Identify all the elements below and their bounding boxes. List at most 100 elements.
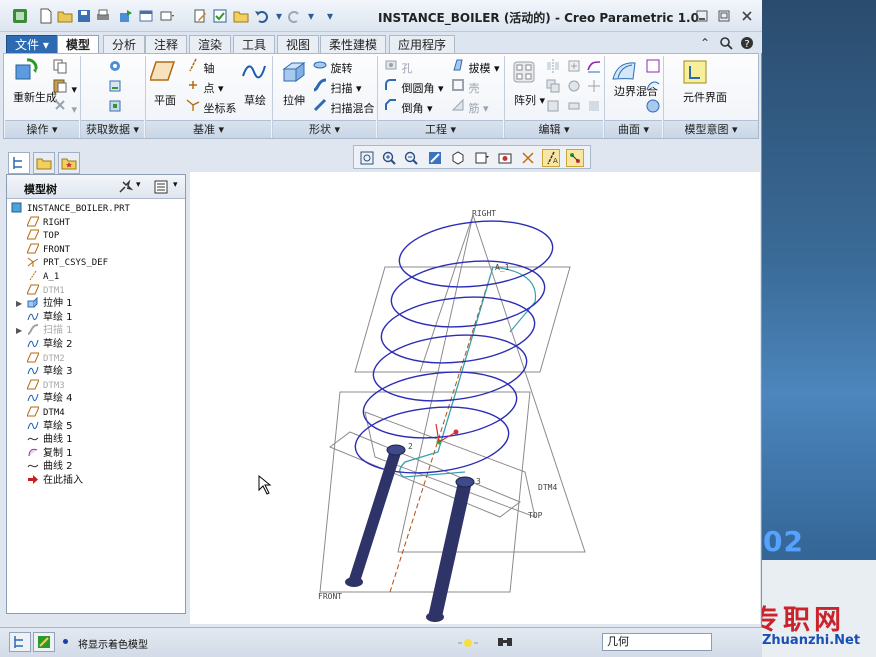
boundary-blend-button[interactable] — [610, 59, 638, 88]
datum-point-button[interactable]: 点 ▾ — [186, 78, 224, 96]
edit-icon[interactable] — [192, 8, 208, 24]
show-browser-icon[interactable] — [33, 632, 55, 652]
window-icon[interactable] — [138, 8, 154, 24]
group-engineering[interactable]: 工程 ▾ — [378, 120, 503, 138]
help-icon[interactable]: ? — [740, 36, 754, 53]
sketch-button[interactable] — [241, 60, 267, 85]
model-scene[interactable]: RIGHT FRONT TOP DTM4 A_1 2 3 — [190, 172, 760, 624]
draft-button[interactable]: 拔模 ▾ — [451, 58, 500, 76]
intersect-icon[interactable] — [586, 78, 602, 97]
rib-button[interactable]: 筋 ▾ — [451, 98, 489, 116]
trim-icon[interactable] — [545, 98, 561, 117]
tab-applications[interactable]: 应用程序 — [389, 35, 456, 53]
tree-expand-icon[interactable]: ▶ — [16, 299, 22, 308]
solidify-icon[interactable] — [586, 98, 602, 117]
tree-item-insert-here[interactable]: 在此插入 — [27, 474, 83, 487]
datum-plane-button[interactable] — [148, 60, 176, 85]
redo-icon[interactable] — [286, 8, 302, 24]
thicken-icon[interactable] — [566, 98, 582, 117]
group-editing[interactable]: 编辑 ▾ — [505, 120, 603, 138]
style-icon[interactable] — [645, 58, 661, 77]
tab-render[interactable]: 渲染 — [189, 35, 232, 53]
tree-item-dtm4[interactable]: DTM4 — [27, 406, 65, 419]
tree-root-part[interactable]: INSTANCE_BOILER.PRT — [11, 202, 130, 215]
tree-item-sketch-1[interactable]: 草绘 1 — [27, 311, 73, 324]
copy-geometry-icon[interactable] — [107, 78, 123, 97]
selection-filter-icon[interactable] — [496, 634, 514, 653]
collapse-ribbon-icon[interactable]: ⌃ — [700, 36, 710, 50]
app-icon[interactable] — [12, 8, 28, 24]
selection-filter-dropdown[interactable]: 几何 — [602, 633, 712, 651]
view-manager-icon[interactable] — [496, 149, 514, 167]
component-interface-button[interactable] — [681, 58, 709, 89]
round-button[interactable]: 倒圆角 ▾ — [384, 78, 444, 96]
tab-model[interactable]: 模型 — [57, 35, 100, 53]
extend-icon[interactable] — [566, 58, 582, 77]
tree-settings-icon[interactable] — [117, 179, 134, 198]
folder-icon[interactable] — [233, 8, 249, 24]
copy-small-icon[interactable] — [52, 58, 68, 77]
refit-icon[interactable] — [358, 149, 376, 167]
sweep-button[interactable]: 扫描 ▾ — [313, 78, 362, 96]
mirror-icon[interactable] — [545, 58, 561, 77]
axis-display-toggle-icon[interactable]: A — [542, 149, 560, 167]
tree-columns-dropdown-icon[interactable]: ▾ — [173, 180, 178, 190]
pattern-button[interactable] — [512, 60, 536, 87]
print-icon[interactable] — [95, 8, 111, 24]
user-defined-feature-icon[interactable] — [107, 58, 123, 77]
tree-item-dtm1[interactable]: DTM1 — [27, 284, 65, 297]
paste-icon[interactable]: ▾ — [52, 77, 77, 96]
tab-file[interactable]: 文件 ▾ — [6, 35, 58, 53]
delete-icon[interactable]: ▾ — [52, 97, 77, 116]
favorites-tab[interactable] — [58, 152, 80, 174]
tree-item-copy-1[interactable]: 复制 1 — [27, 447, 73, 460]
shrinkwrap-icon[interactable] — [107, 98, 123, 117]
group-get-data[interactable]: 获取数据 ▾ — [81, 120, 144, 138]
zoom-in-icon[interactable] — [380, 149, 398, 167]
tree-item-sketch-4[interactable]: 草绘 4 — [27, 392, 73, 405]
csys-button[interactable]: 坐标系 — [186, 98, 237, 116]
tree-item-curve-2[interactable]: 曲线 2 — [27, 460, 73, 473]
model-tree-tab[interactable] — [8, 152, 30, 174]
tree-item-curve-1[interactable]: 曲线 1 — [27, 433, 73, 446]
tree-item-top[interactable]: TOP — [27, 229, 59, 242]
tab-view[interactable]: 视图 — [277, 35, 320, 53]
tree-item-sketch-2[interactable]: 草绘 2 — [27, 338, 73, 351]
search-icon[interactable] — [719, 36, 733, 53]
tab-analysis[interactable]: 分析 — [103, 35, 146, 53]
show-navigator-icon[interactable] — [9, 632, 31, 652]
tree-item-extrude-1[interactable]: 拉伸 1 — [27, 297, 73, 310]
extrude-button[interactable] — [280, 59, 308, 88]
offset-icon[interactable] — [566, 78, 582, 97]
undo-icon[interactable] — [254, 8, 270, 24]
revolve-button[interactable]: 旋转 — [313, 58, 353, 76]
zoom-out-icon[interactable] — [402, 149, 420, 167]
point-display-toggle-icon[interactable] — [566, 149, 584, 167]
group-operations[interactable]: 操作 ▾ — [5, 120, 79, 138]
verify-icon[interactable] — [212, 8, 228, 24]
regenerate-small-icon[interactable] — [118, 8, 134, 24]
shell-button[interactable]: 壳 — [451, 78, 480, 96]
tab-annotate[interactable]: 注释 — [145, 35, 188, 53]
group-datum[interactable]: 基准 ▾ — [146, 120, 271, 138]
tree-settings-dropdown-icon[interactable]: ▾ — [136, 180, 141, 190]
open-folder-icon[interactable] — [57, 8, 73, 24]
tree-expand-icon[interactable]: ▶ — [16, 326, 22, 335]
display-style-icon[interactable] — [449, 149, 467, 167]
tab-flexible-modeling[interactable]: 柔性建模 — [320, 35, 387, 53]
tree-item-right[interactable]: RIGHT — [27, 216, 70, 229]
graphics-window[interactable]: RIGHT FRONT TOP DTM4 A_1 2 3 — [190, 172, 760, 624]
new-file-icon[interactable] — [38, 8, 54, 24]
saved-views-icon[interactable] — [473, 149, 491, 167]
tree-item-csys[interactable]: PRT_CSYS_DEF — [27, 256, 108, 269]
fill-surface-icon[interactable] — [645, 98, 661, 117]
tree-item-axis-a1[interactable]: A_1 — [27, 270, 59, 283]
tree-item-dtm3[interactable]: DTM3 — [27, 379, 65, 392]
chamfer-button[interactable]: 倒角 ▾ — [384, 98, 433, 116]
close-window-icon[interactable] — [739, 8, 755, 24]
window-dropdown-icon[interactable] — [160, 8, 176, 24]
tree-item-sketch-3[interactable]: 草绘 3 — [27, 365, 73, 378]
tree-item-dtm2[interactable]: DTM2 — [27, 352, 65, 365]
save-icon[interactable] — [76, 8, 92, 24]
folder-browser-tab[interactable] — [33, 152, 55, 174]
